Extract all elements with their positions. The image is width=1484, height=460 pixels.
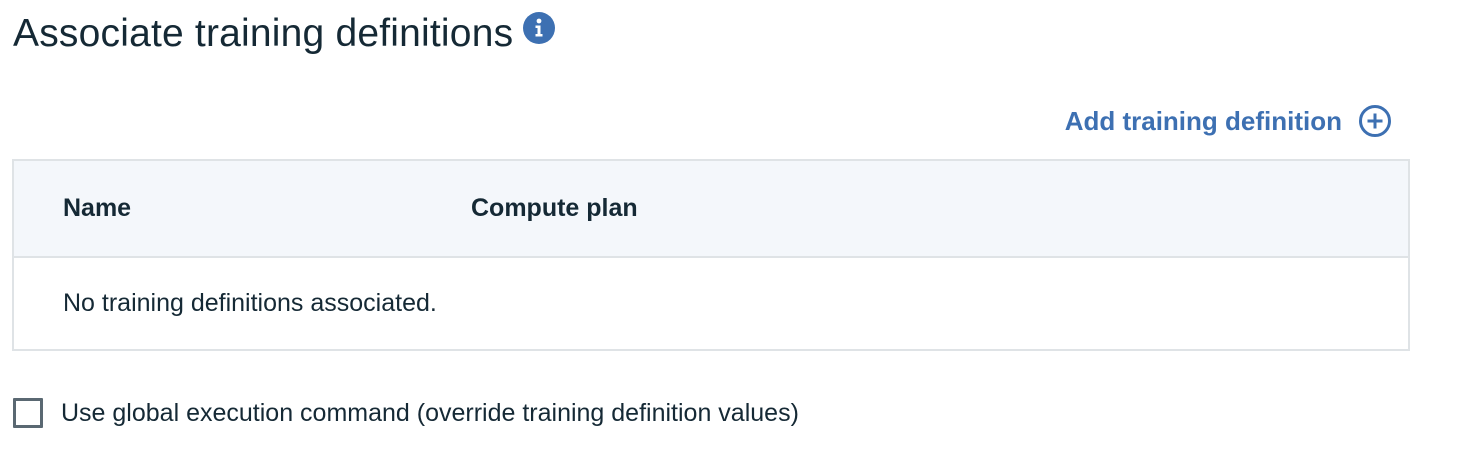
page-header: Associate training definitions [13, 10, 556, 58]
add-training-definition-button[interactable]: Add training definition [1065, 103, 1392, 139]
table-empty-row: No training definitions associated. [14, 258, 1408, 351]
empty-state-message: No training definitions associated. [63, 289, 437, 317]
plus-circle-icon [1358, 104, 1392, 138]
global-execution-command-label: Use global execution command (override t… [61, 399, 799, 427]
page-title: Associate training definitions [13, 12, 514, 55]
add-training-definition-label: Add training definition [1064, 106, 1342, 136]
info-icon[interactable] [523, 12, 556, 44]
table-header: Name Compute plan [14, 161, 1408, 258]
column-header-compute-plan[interactable]: Compute plan [471, 191, 638, 225]
training-definitions-table: Name Compute plan No training definition… [12, 159, 1410, 351]
global-execution-command-checkbox[interactable] [13, 398, 43, 428]
column-header-name[interactable]: Name [63, 191, 131, 225]
global-execution-command-option[interactable]: Use global execution command (override t… [13, 396, 799, 430]
